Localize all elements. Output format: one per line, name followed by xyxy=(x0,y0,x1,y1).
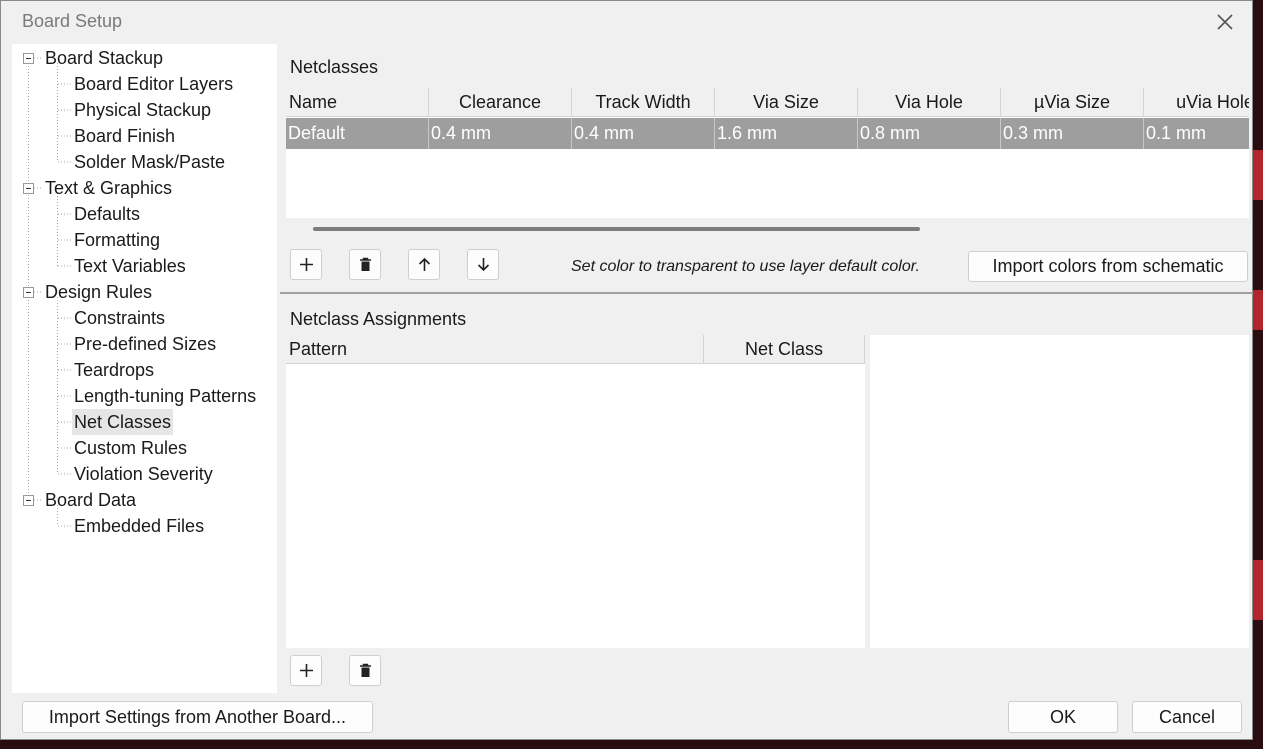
column-header-clearance[interactable]: Clearance xyxy=(429,88,572,117)
column-header-via-hole[interactable]: Via Hole xyxy=(858,88,1001,117)
tree-item-defaults[interactable]: Defaults xyxy=(74,201,140,227)
tree-item-custom-rules[interactable]: Custom Rules xyxy=(74,435,187,461)
tree-item-label: Physical Stackup xyxy=(74,100,212,120)
column-header-uvia-size[interactable]: µVia Size xyxy=(1001,88,1144,117)
tree-item-physical-stackup[interactable]: Physical Stackup xyxy=(74,97,211,123)
tree-item-board-data[interactable]: Board Data xyxy=(45,487,136,513)
tree-item-solder-mask-paste[interactable]: Solder Mask/Paste xyxy=(74,149,225,175)
add-netclass-button[interactable] xyxy=(290,249,322,280)
tree-item-board-editor-layers[interactable]: Board Editor Layers xyxy=(74,71,233,97)
tree-item-length-tuning-patterns[interactable]: Length-tuning Patterns xyxy=(74,383,256,409)
tree-item-label: Solder Mask/Paste xyxy=(74,152,226,172)
assignment-preview-pane xyxy=(870,335,1249,648)
close-icon xyxy=(1217,14,1233,30)
plus-icon xyxy=(300,664,313,677)
title-bar: Board Setup xyxy=(1,1,1252,43)
tree-item-label: Defaults xyxy=(74,204,141,224)
trash-icon xyxy=(360,257,371,271)
import-settings-button[interactable]: Import Settings from Another Board... xyxy=(22,701,373,733)
tree-item-net-classes[interactable]: Net Classes xyxy=(72,409,174,435)
expander-board-stackup[interactable] xyxy=(23,53,34,64)
expander-design-rules[interactable] xyxy=(23,287,34,298)
assignments-grid[interactable]: Pattern Net Class xyxy=(286,335,865,648)
background-trace xyxy=(1253,150,1263,200)
cell-uvia-size[interactable]: 0.3 mm xyxy=(1001,118,1144,149)
tree-item-label: Constraints xyxy=(74,308,166,328)
tree-item-violation-severity[interactable]: Violation Severity xyxy=(74,461,213,487)
tree-item-text-graphics[interactable]: Text & Graphics xyxy=(45,175,172,201)
net-classes-panel: Netclasses Name Clearance Track Width Vi… xyxy=(280,44,1253,693)
tree-item-board-finish[interactable]: Board Finish xyxy=(74,123,175,149)
tree-item-label: Board Stackup xyxy=(45,48,164,68)
column-header-uvia-hole[interactable]: uVia Hole xyxy=(1144,88,1249,117)
column-header-pattern[interactable]: Pattern xyxy=(286,335,704,364)
expander-board-data[interactable] xyxy=(23,495,34,506)
tree-item-formatting[interactable]: Formatting xyxy=(74,227,160,253)
tree-item-predefined-sizes[interactable]: Pre-defined Sizes xyxy=(74,331,216,357)
close-button[interactable] xyxy=(1212,9,1238,35)
tree-item-label: Embedded Files xyxy=(74,516,205,536)
netclasses-heading: Netclasses xyxy=(290,57,379,77)
import-colors-button[interactable]: Import colors from schematic xyxy=(968,251,1248,282)
netclasses-grid[interactable]: Name Clearance Track Width Via Size Via … xyxy=(286,88,1249,218)
move-down-button[interactable] xyxy=(467,249,499,280)
column-header-via-size[interactable]: Via Size xyxy=(715,88,858,117)
delete-netclass-button[interactable] xyxy=(349,249,381,280)
background-trace xyxy=(1253,290,1263,330)
arrow-down-icon xyxy=(477,258,490,272)
column-header-name[interactable]: Name xyxy=(286,88,429,117)
tree-item-label: Board Data xyxy=(45,490,137,510)
cell-track-width[interactable]: 0.4 mm xyxy=(572,118,715,149)
column-header-track-width[interactable]: Track Width xyxy=(572,88,715,117)
tree-item-label: Board Finish xyxy=(74,126,176,146)
tree-item-design-rules[interactable]: Design Rules xyxy=(45,279,152,305)
tree-item-teardrops[interactable]: Teardrops xyxy=(74,357,154,383)
tree-item-label: Pre-defined Sizes xyxy=(74,334,217,354)
tree-item-board-stackup[interactable]: Board Stackup xyxy=(45,45,163,71)
tree-item-embedded-files[interactable]: Embedded Files xyxy=(74,513,204,539)
background-trace xyxy=(1253,560,1263,620)
section-divider xyxy=(280,292,1253,294)
expander-text-graphics[interactable] xyxy=(23,183,34,194)
tree-item-label: Text Variables xyxy=(74,256,186,276)
trash-icon xyxy=(360,663,371,677)
tree-item-label: Board Editor Layers xyxy=(74,74,234,94)
arrow-up-icon xyxy=(418,257,431,271)
tree-item-label: Teardrops xyxy=(74,360,155,380)
move-up-button[interactable] xyxy=(408,249,440,280)
plus-icon xyxy=(300,258,313,271)
cell-name[interactable]: Default xyxy=(286,118,429,149)
tree-item-label: Text & Graphics xyxy=(45,178,173,198)
column-header-net-class[interactable]: Net Class xyxy=(704,335,865,364)
horizontal-scrollbar[interactable] xyxy=(313,227,920,231)
cell-via-size[interactable]: 1.6 mm xyxy=(715,118,858,149)
board-setup-dialog: Board Setup Board Stackup Board Editor L… xyxy=(0,0,1253,740)
tree-item-constraints[interactable]: Constraints xyxy=(74,305,165,331)
cell-via-hole[interactable]: 0.8 mm xyxy=(858,118,1001,149)
cell-uvia-hole[interactable]: 0.1 mm xyxy=(1144,118,1249,149)
delete-assignment-button[interactable] xyxy=(349,655,381,686)
tree-item-label: Design Rules xyxy=(45,282,153,302)
tree-item-text-variables[interactable]: Text Variables xyxy=(74,253,186,279)
dialog-title: Board Setup xyxy=(22,11,123,31)
cancel-button[interactable]: Cancel xyxy=(1132,701,1242,733)
tree-item-label: Net Classes xyxy=(74,412,172,432)
tree-item-label: Length-tuning Patterns xyxy=(74,386,257,406)
transparent-color-hint: Set color to transparent to use layer de… xyxy=(571,258,920,275)
settings-tree: Board Stackup Board Editor Layers Physic… xyxy=(12,44,277,693)
cell-clearance[interactable]: 0.4 mm xyxy=(429,118,572,149)
tree-item-label: Custom Rules xyxy=(74,438,188,458)
ok-button[interactable]: OK xyxy=(1008,701,1118,733)
tree-item-label: Formatting xyxy=(74,230,161,250)
netclass-assignments-heading: Netclass Assignments xyxy=(290,309,467,329)
add-assignment-button[interactable] xyxy=(290,655,322,686)
tree-item-label: Violation Severity xyxy=(74,464,213,484)
